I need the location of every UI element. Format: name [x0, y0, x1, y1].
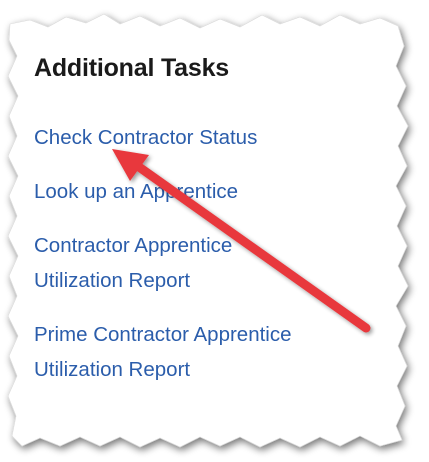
link-text-line: Prime Contractor Apprentice — [34, 323, 292, 346]
task-item-prime-contractor-apprentice-utilization-report: Prime Contractor Apprentice Utilization … — [34, 317, 394, 387]
link-text-line: Utilization Report — [34, 358, 191, 381]
look-up-apprentice-link[interactable]: Look up an Apprentice — [34, 174, 394, 209]
check-contractor-status-link[interactable]: Check Contractor Status — [34, 120, 394, 155]
screenshot-stage: Additional Tasks Check Contractor Status… — [0, 0, 429, 462]
task-list: Check Contractor Status Look up an Appre… — [34, 120, 394, 406]
task-item-look-up-apprentice: Look up an Apprentice — [34, 174, 394, 209]
panel-title: Additional Tasks — [34, 54, 229, 82]
link-text-line: Utilization Report — [34, 269, 191, 292]
task-item-check-contractor-status: Check Contractor Status — [34, 120, 394, 155]
link-text-line: Check Contractor Status — [34, 126, 258, 149]
additional-tasks-panel: Additional Tasks Check Contractor Status… — [0, 0, 429, 462]
prime-contractor-apprentice-utilization-report-link[interactable]: Prime Contractor Apprentice Utilization … — [34, 317, 394, 387]
link-text-line: Contractor Apprentice — [34, 234, 233, 257]
link-text-line: Look up an Apprentice — [34, 180, 239, 203]
contractor-apprentice-utilization-report-link[interactable]: Contractor Apprentice Utilization Report — [34, 228, 394, 298]
task-item-contractor-apprentice-utilization-report: Contractor Apprentice Utilization Report — [34, 228, 394, 298]
